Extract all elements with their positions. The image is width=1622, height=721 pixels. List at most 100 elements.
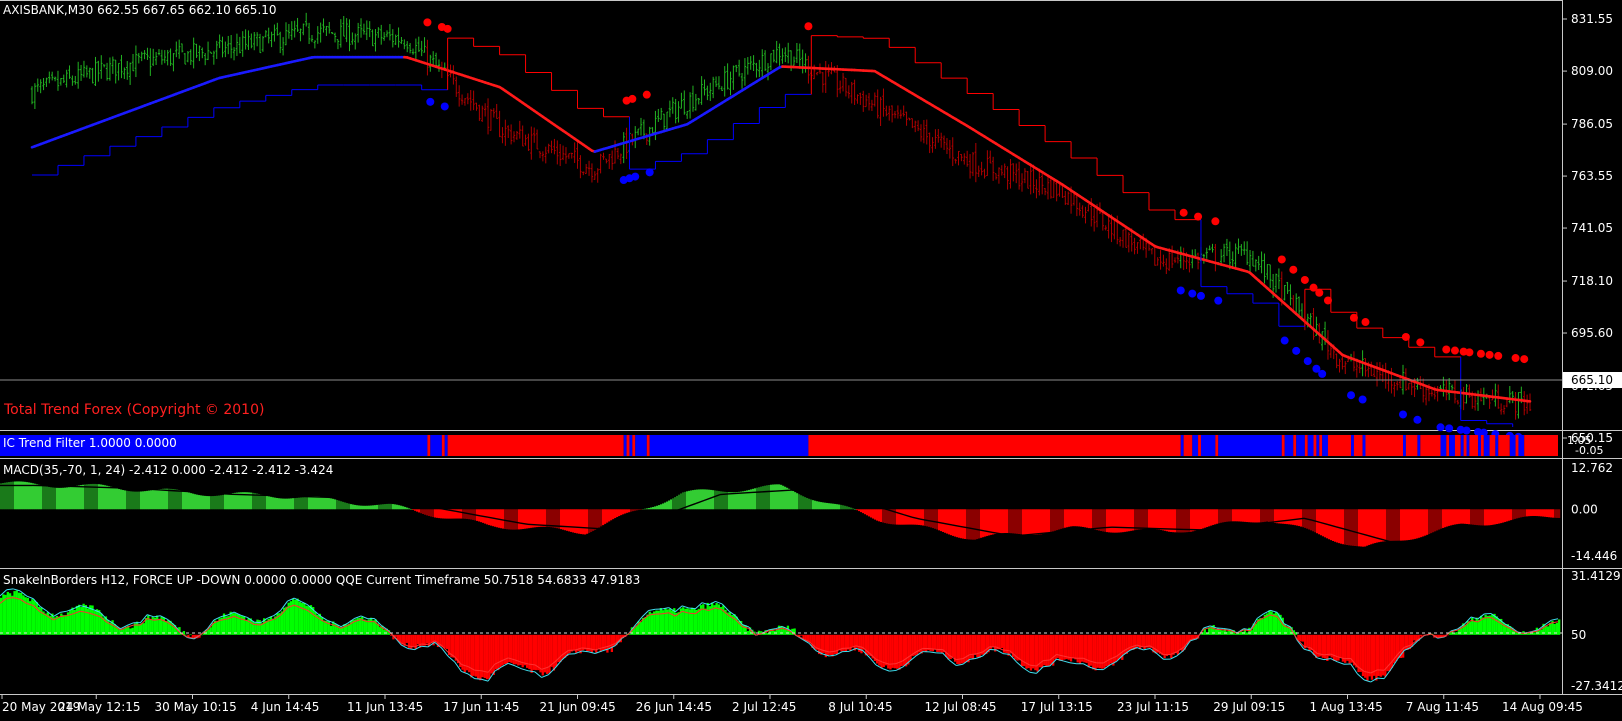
macd-panel[interactable]: MACD(35,-70, 1, 24) -2.412 0.000 -2.412 … bbox=[0, 458, 1622, 569]
macd-bar bbox=[678, 495, 680, 510]
macd-bar bbox=[736, 492, 738, 509]
macd-bar bbox=[568, 509, 570, 531]
macd-bar bbox=[938, 509, 940, 530]
qqe-fast-line bbox=[1337, 662, 1344, 664]
macd-bar bbox=[768, 485, 770, 509]
qqe-bar bbox=[1081, 635, 1083, 662]
macd-signal-segment bbox=[1424, 539, 1432, 541]
signal-dot bbox=[643, 91, 651, 99]
macd-bar bbox=[820, 502, 822, 509]
macd-bar bbox=[1416, 509, 1418, 538]
qqe-bar bbox=[1402, 635, 1404, 658]
macd-bar bbox=[1004, 509, 1006, 533]
macd-bar bbox=[1080, 509, 1082, 526]
macd-bar bbox=[732, 492, 734, 509]
macd-bar bbox=[376, 505, 378, 509]
qqe-bar bbox=[651, 613, 653, 635]
macd-bar bbox=[100, 485, 102, 510]
qqe-bar bbox=[1326, 635, 1328, 661]
qqe-fast-line bbox=[254, 622, 261, 623]
main-panel[interactable]: 831.55809.00786.05763.55741.05718.10695.… bbox=[0, 0, 1622, 445]
trend-band bbox=[1417, 435, 1420, 456]
macd-bar bbox=[158, 489, 160, 509]
signal-dot bbox=[423, 18, 431, 26]
signal-dot bbox=[1278, 255, 1286, 263]
qqe-bar bbox=[1308, 635, 1310, 651]
macd-bar bbox=[1488, 509, 1490, 525]
signal-dot bbox=[1416, 338, 1424, 346]
trend-band bbox=[430, 435, 442, 456]
macd-bar bbox=[1024, 509, 1026, 534]
signal-dot bbox=[1281, 337, 1289, 345]
macd-bar bbox=[878, 509, 880, 521]
qqe-bar bbox=[1369, 635, 1371, 677]
trend-band bbox=[1455, 435, 1461, 456]
macd-bar bbox=[828, 503, 830, 509]
trend-filter-panel[interactable]: IC Trend Filter 1.0000 0.0000 1.05 -0.05 bbox=[0, 430, 1622, 459]
qqe-bar bbox=[551, 635, 553, 667]
qqe-fast-line bbox=[649, 609, 656, 610]
qqe-bar bbox=[136, 622, 138, 635]
signal-dot bbox=[1463, 427, 1471, 435]
macd-bar bbox=[68, 487, 70, 509]
qqe-bar bbox=[1489, 616, 1491, 635]
macd-bar bbox=[1248, 509, 1250, 522]
chart-canvas[interactable]: 831.55809.00786.05763.55741.05718.10695.… bbox=[0, 0, 1622, 717]
macd-bar bbox=[330, 498, 332, 509]
signal-dot bbox=[1194, 213, 1202, 221]
macd-bar bbox=[884, 509, 886, 523]
trend-band bbox=[650, 435, 809, 456]
qqe-panel[interactable]: SnakeInBorders H12, FORCE UP -DOWN 0.000… bbox=[0, 568, 1622, 695]
price-tick-label: 763.55 bbox=[1571, 169, 1613, 183]
qqe-bar bbox=[165, 621, 167, 635]
time-tick-label: 8 Jul 10:45 bbox=[828, 700, 892, 714]
macd-bar bbox=[664, 503, 666, 510]
macd-bar bbox=[174, 489, 176, 509]
macd-bar bbox=[700, 489, 702, 509]
macd-bar bbox=[1292, 509, 1294, 525]
macd-bar bbox=[1058, 509, 1060, 529]
qqe-bar bbox=[820, 635, 822, 655]
macd-bar bbox=[978, 509, 980, 538]
macd-bar bbox=[1408, 509, 1410, 540]
macd-signal-segment bbox=[1416, 540, 1424, 542]
macd-bar bbox=[1294, 509, 1296, 525]
macd-bar bbox=[1192, 509, 1194, 531]
trend-band bbox=[1218, 435, 1281, 456]
macd-bar bbox=[1156, 509, 1158, 529]
signal-dot bbox=[804, 22, 812, 30]
macd-bar bbox=[594, 509, 596, 530]
macd-bar bbox=[1006, 509, 1008, 533]
macd-bar bbox=[232, 493, 234, 509]
macd-bar bbox=[1214, 509, 1216, 524]
macd-bar bbox=[1110, 509, 1112, 532]
qqe-bar bbox=[1273, 614, 1275, 635]
macd-bar bbox=[346, 503, 348, 509]
macd-bar bbox=[348, 504, 350, 510]
macd-bar bbox=[714, 490, 716, 509]
macd-bar bbox=[264, 495, 266, 509]
qqe-bar bbox=[310, 605, 312, 635]
qqe-fast-line bbox=[1377, 678, 1384, 679]
macd-bar bbox=[464, 509, 466, 518]
macd-bar bbox=[1372, 509, 1374, 543]
qqe-bar bbox=[604, 635, 606, 650]
macd-bar bbox=[122, 490, 124, 509]
trend-band bbox=[629, 435, 632, 456]
macd-bar bbox=[1114, 509, 1116, 532]
macd-bar bbox=[226, 494, 228, 509]
trend-band bbox=[1296, 435, 1305, 456]
qqe-bar bbox=[1373, 635, 1375, 676]
macd-bar bbox=[234, 493, 236, 509]
macd-bar bbox=[310, 496, 312, 509]
macd-bar bbox=[738, 492, 740, 509]
trend-band bbox=[624, 435, 627, 456]
macd-bar bbox=[276, 498, 278, 509]
price-tick-label: 786.05 bbox=[1571, 117, 1613, 131]
macd-bar bbox=[580, 509, 582, 534]
trend-band bbox=[427, 435, 430, 456]
macd-bar bbox=[1404, 509, 1406, 540]
macd-bar bbox=[1014, 509, 1016, 533]
macd-bar bbox=[434, 509, 436, 517]
macd-bar bbox=[1082, 509, 1084, 527]
